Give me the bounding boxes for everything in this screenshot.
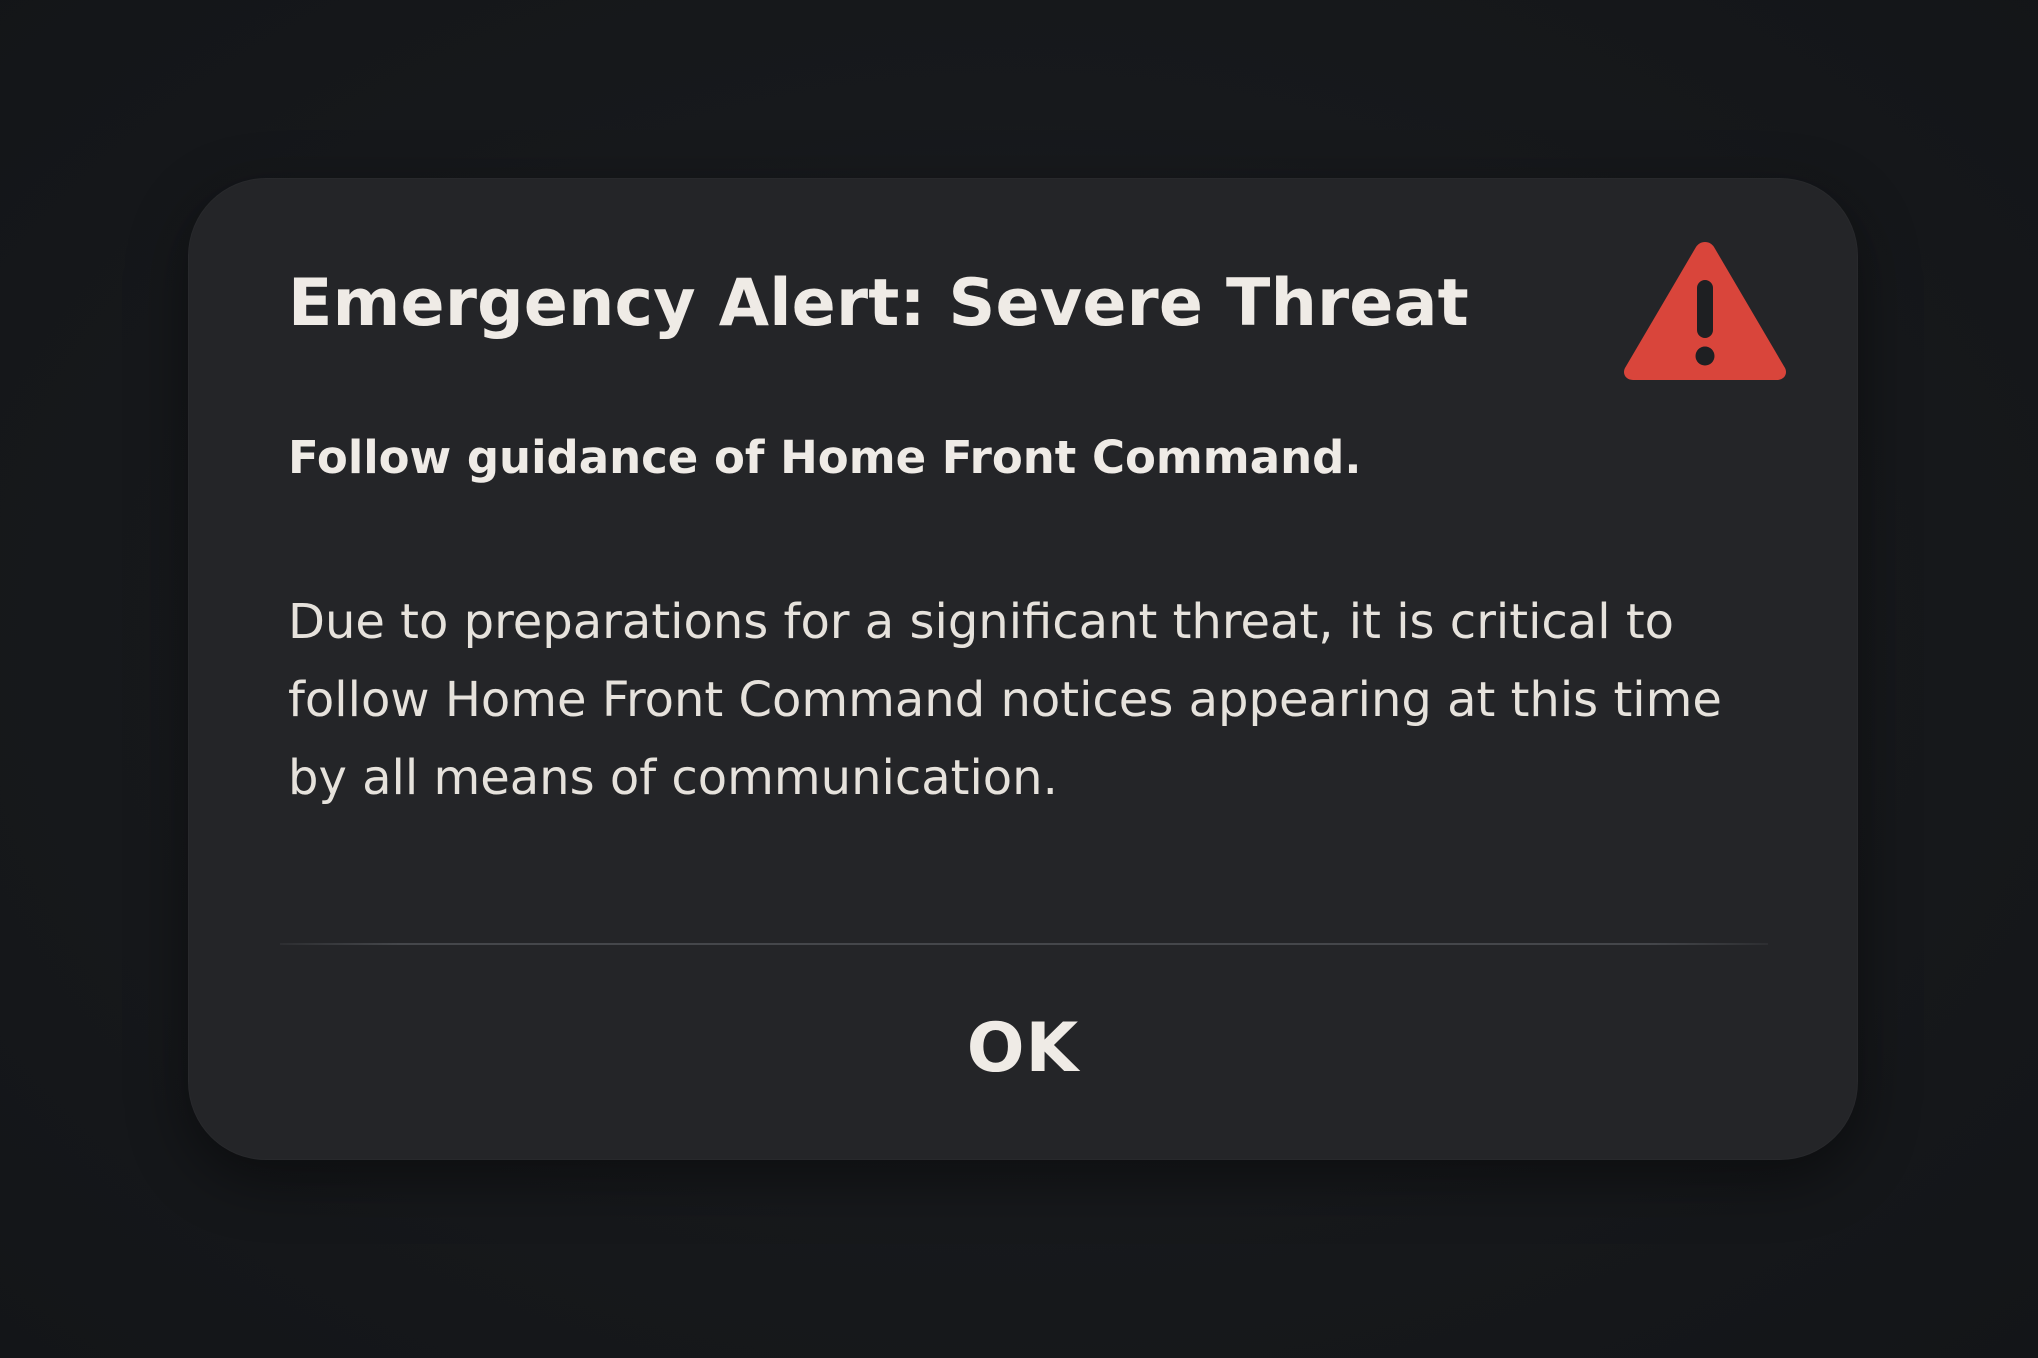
alert-subtitle: Follow guidance of Home Front Command. <box>288 431 1362 484</box>
divider <box>280 943 1768 945</box>
ok-button[interactable]: OK <box>188 946 1858 1160</box>
screen-background: Emergency Alert: Severe Threat Follow gu… <box>0 0 2038 1358</box>
warning-triangle-icon <box>1623 242 1787 380</box>
alert-title: Emergency Alert: Severe Threat <box>288 266 1469 341</box>
alert-message: Due to preparations for a significant th… <box>288 594 1722 806</box>
emergency-alert-dialog: Emergency Alert: Severe Threat Follow gu… <box>188 178 1858 1160</box>
ok-button-label: OK <box>966 1008 1080 1088</box>
